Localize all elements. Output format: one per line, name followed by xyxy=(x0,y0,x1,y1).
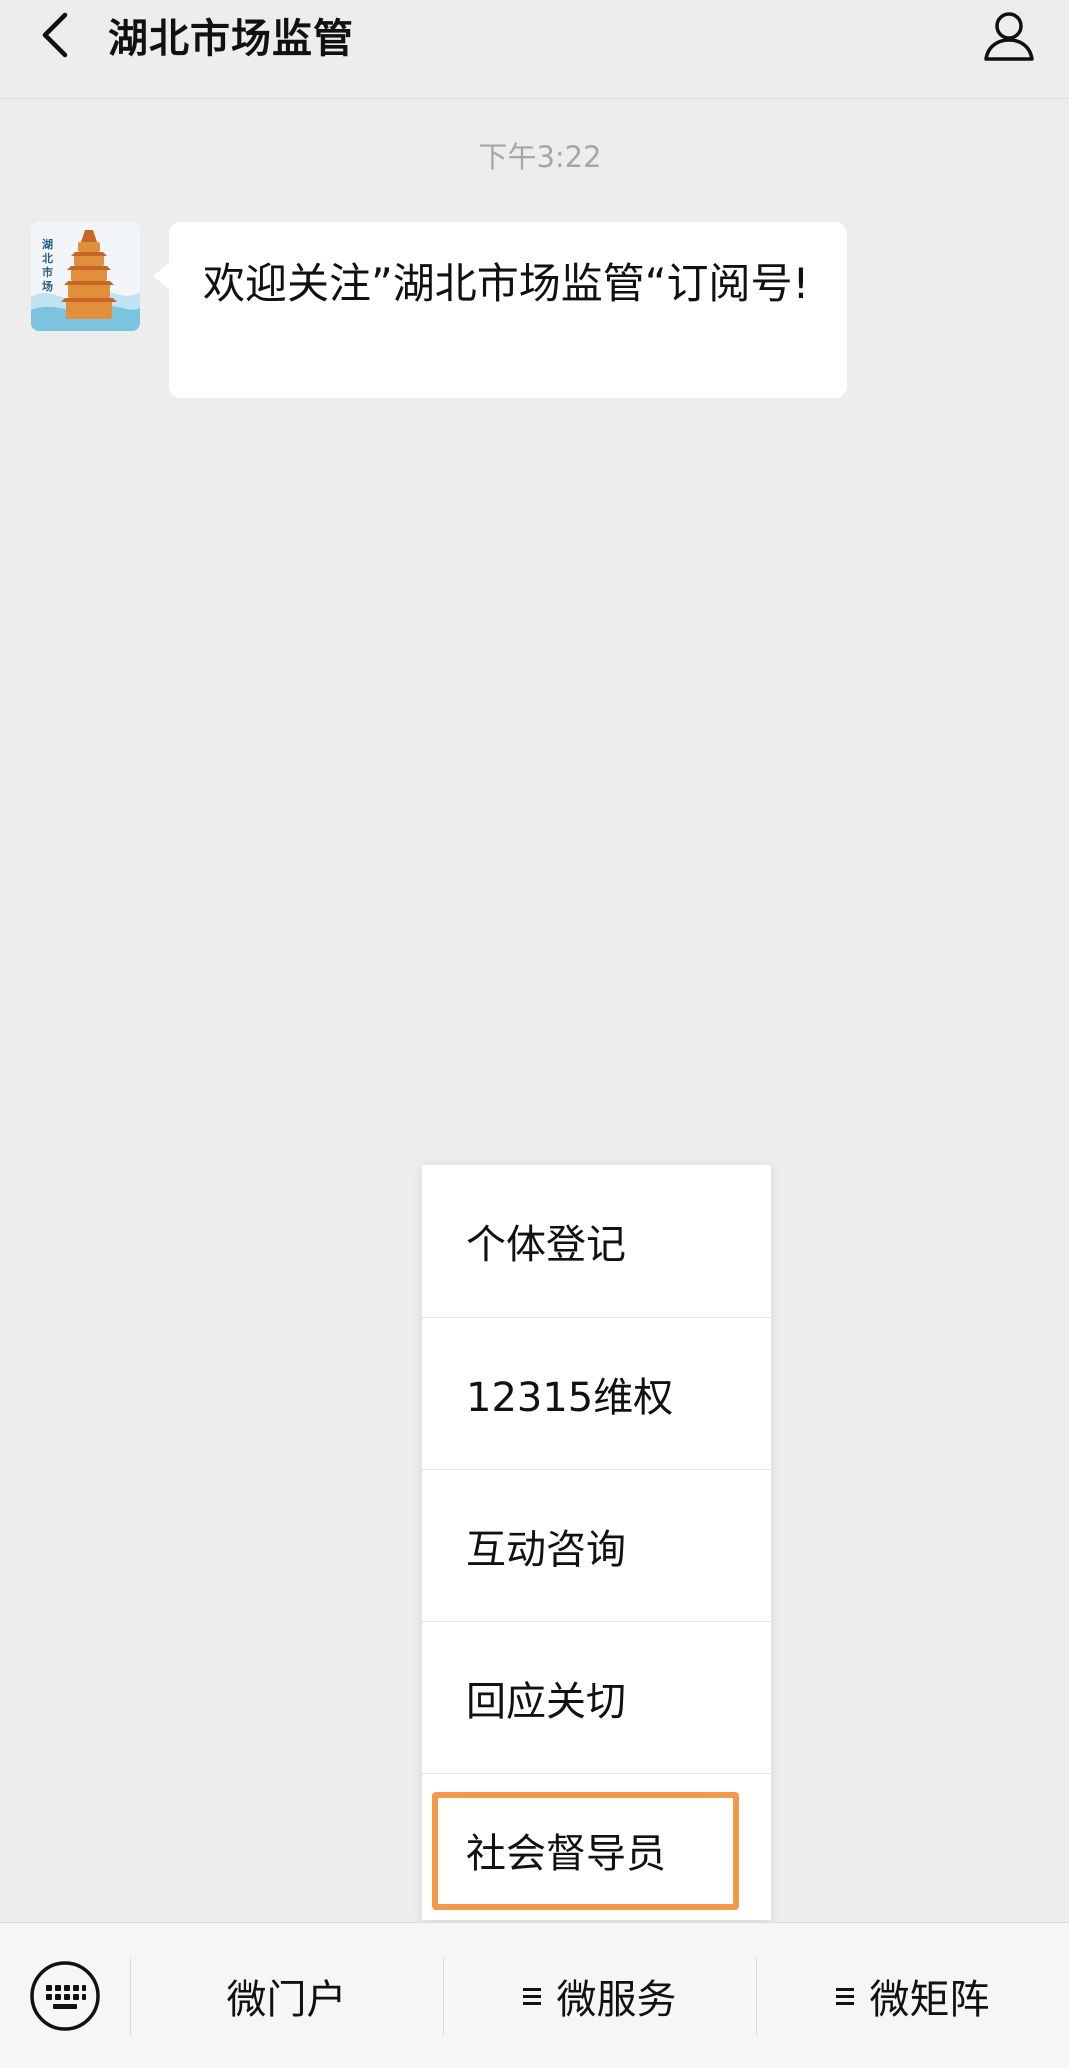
tab-micro-service[interactable]: 微服务 xyxy=(443,1923,756,2068)
menu-item-respond-concerns[interactable]: 回应关切 xyxy=(422,1621,771,1773)
svg-text:北: 北 xyxy=(42,251,53,265)
chevron-left-icon xyxy=(42,12,68,58)
svg-text:湖: 湖 xyxy=(42,237,53,251)
tab-micro-portal[interactable]: 微门户 xyxy=(130,1923,443,2068)
keyboard-toggle-button[interactable] xyxy=(0,1923,130,2068)
tab-label: 微门户 xyxy=(226,1976,347,2023)
message-bubble[interactable]: 欢迎关注”湖北市场监管“订阅号! xyxy=(169,222,847,398)
menu-item-label: 12315维权 xyxy=(466,1374,674,1421)
profile-button[interactable] xyxy=(979,6,1039,66)
menu-item-label: 社会督导员 xyxy=(466,1830,666,1877)
menu-item-12315-rights[interactable]: 12315维权 xyxy=(422,1317,771,1469)
person-icon xyxy=(984,12,1034,61)
svg-text:场: 场 xyxy=(42,279,53,293)
tab-micro-matrix[interactable]: 微矩阵 xyxy=(756,1923,1069,2068)
menu-item-label: 个体登记 xyxy=(466,1222,626,1268)
menu-item-individual-registration[interactable]: 个体登记 xyxy=(422,1165,771,1317)
menu-item-interactive-consult[interactable]: 互动咨询 xyxy=(422,1469,771,1621)
page-title: 湖北市场监管 xyxy=(108,16,354,62)
tower-logo-icon: 湖 北 市 场 xyxy=(31,222,140,331)
keyboard-icon xyxy=(30,1960,100,2031)
menu-item-label: 回应关切 xyxy=(466,1678,626,1725)
submenu-lines-icon xyxy=(522,1987,541,2005)
tab-label: 微服务 xyxy=(556,1976,677,2023)
top-nav-bar: 湖北市场监管 xyxy=(0,0,1069,99)
service-popup-menu: 个体登记 12315维权 互动咨询 回应关切 社会督导员 xyxy=(422,1165,771,1920)
back-button[interactable] xyxy=(30,10,80,60)
tab-label: 微矩阵 xyxy=(869,1976,990,2023)
svg-text:市: 市 xyxy=(42,265,53,279)
message-timestamp: 下午3:22 xyxy=(478,140,602,174)
bottom-menu-bar: 微门户 微服务 微矩阵 xyxy=(0,1922,1069,2068)
bubble-tail xyxy=(153,262,170,290)
account-avatar[interactable]: 湖 北 市 场 xyxy=(31,222,140,331)
menu-item-label: 互动咨询 xyxy=(466,1526,626,1573)
submenu-lines-icon xyxy=(835,1987,854,2005)
menu-item-social-supervisor[interactable]: 社会督导员 xyxy=(422,1773,771,1925)
